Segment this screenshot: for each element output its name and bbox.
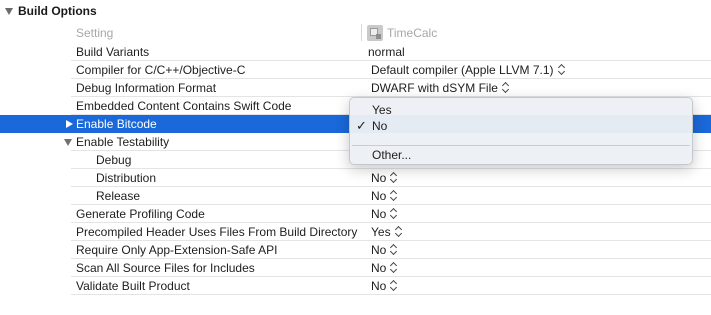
setting-value-popup[interactable]: No — [371, 243, 397, 257]
menu-item-label: No — [372, 119, 388, 133]
setting-row-app-extension-safe[interactable]: Require Only App-Extension-Safe API No — [0, 241, 711, 259]
setting-label: Release — [96, 189, 141, 203]
setting-label: Require Only App-Extension-Safe API — [76, 243, 278, 257]
setting-label: Distribution — [96, 171, 157, 185]
setting-label: Build Variants — [76, 45, 150, 59]
setting-row-build-variants[interactable]: Build Variants normal — [0, 43, 711, 61]
setting-row-profiling-code[interactable]: Generate Profiling Code No — [0, 205, 711, 223]
popup-stepper-icon — [390, 172, 397, 183]
setting-row-compiler[interactable]: Compiler for C/C++/Objective-C Default c… — [0, 61, 711, 79]
target-name: TimeCalc — [387, 25, 438, 40]
setting-value: DWARF with dSYM File — [371, 81, 498, 95]
setting-label: Embedded Content Contains Swift Code — [76, 99, 292, 113]
setting-value: No — [371, 171, 387, 185]
setting-value: No — [371, 279, 387, 293]
popup-stepper-icon — [390, 190, 397, 201]
disclosure-triangle-icon[interactable] — [5, 7, 13, 15]
setting-value-popup[interactable]: No — [371, 171, 397, 185]
setting-row-testability-distribution[interactable]: Distribution No — [0, 169, 711, 187]
setting-value: No — [371, 207, 387, 221]
target-column-header[interactable]: TimeCalc — [367, 24, 438, 41]
menu-item-no[interactable]: ✓ No — [350, 118, 692, 134]
column-divider — [361, 24, 362, 41]
menu-item-yes[interactable]: Yes — [350, 102, 692, 118]
checkmark-icon: ✓ — [356, 118, 367, 133]
popup-stepper-icon — [390, 244, 397, 255]
setting-label: Debug Information Format — [76, 81, 217, 95]
setting-value-popup[interactable]: Default compiler (Apple LLVM 7.1) — [371, 63, 565, 77]
popup-stepper-icon — [390, 280, 397, 291]
popup-stepper-icon — [558, 64, 565, 75]
setting-label: Debug — [96, 153, 132, 167]
setting-row-debug-info-format[interactable]: Debug Information Format DWARF with dSYM… — [0, 79, 711, 97]
setting-value-popup[interactable]: No — [371, 279, 397, 293]
setting-label: Scan All Source Files for Includes — [76, 261, 255, 275]
setting-value-popup[interactable]: No — [371, 261, 397, 275]
setting-label: Enable Bitcode — [76, 117, 157, 131]
popup-stepper-icon — [390, 262, 397, 273]
setting-column-header[interactable]: Setting — [76, 26, 113, 40]
setting-label: Enable Testability — [76, 135, 170, 149]
menu-separator — [352, 145, 690, 146]
popup-stepper-icon — [395, 226, 402, 237]
bitcode-popup-menu: Yes ✓ No Other... — [349, 97, 693, 165]
disclosure-triangle-icon[interactable] — [66, 120, 73, 128]
popup-stepper-icon — [390, 208, 397, 219]
setting-value: No — [371, 243, 387, 257]
setting-value: No — [371, 189, 387, 203]
popup-stepper-icon — [502, 82, 509, 93]
section-title: Build Options — [18, 4, 97, 18]
menu-item-label: Yes — [372, 103, 392, 117]
setting-value: Default compiler (Apple LLVM 7.1) — [371, 63, 554, 77]
setting-row-testability-release[interactable]: Release No — [0, 187, 711, 205]
setting-value: No — [371, 261, 387, 275]
setting-value-popup[interactable]: No — [371, 207, 397, 221]
menu-item-label: Other... — [372, 148, 412, 162]
disclosure-triangle-icon[interactable] — [64, 139, 72, 146]
build-options-header[interactable]: Build Options — [0, 2, 711, 20]
setting-label: Generate Profiling Code — [76, 207, 205, 221]
setting-row-precompiled-header[interactable]: Precompiled Header Uses Files From Build… — [0, 223, 711, 241]
setting-row-scan-source-includes[interactable]: Scan All Source Files for Includes No — [0, 259, 711, 277]
setting-row-validate-product[interactable]: Validate Built Product No — [0, 277, 711, 295]
setting-value-popup[interactable]: Yes — [371, 225, 402, 239]
setting-value: Yes — [371, 225, 391, 239]
settings-table: Build Variants normal Compiler for C/C++… — [0, 43, 711, 295]
setting-label: Compiler for C/C++/Objective-C — [76, 63, 246, 77]
menu-item-other[interactable]: Other... — [350, 147, 692, 163]
target-app-icon — [367, 24, 383, 41]
setting-label: Validate Built Product — [76, 279, 190, 293]
setting-value-popup[interactable]: DWARF with dSYM File — [371, 81, 509, 95]
setting-value-popup[interactable]: No — [371, 189, 397, 203]
setting-label: Precompiled Header Uses Files From Build… — [76, 225, 358, 239]
setting-value[interactable]: normal — [368, 45, 405, 59]
column-header: Setting TimeCalc — [71, 22, 711, 43]
